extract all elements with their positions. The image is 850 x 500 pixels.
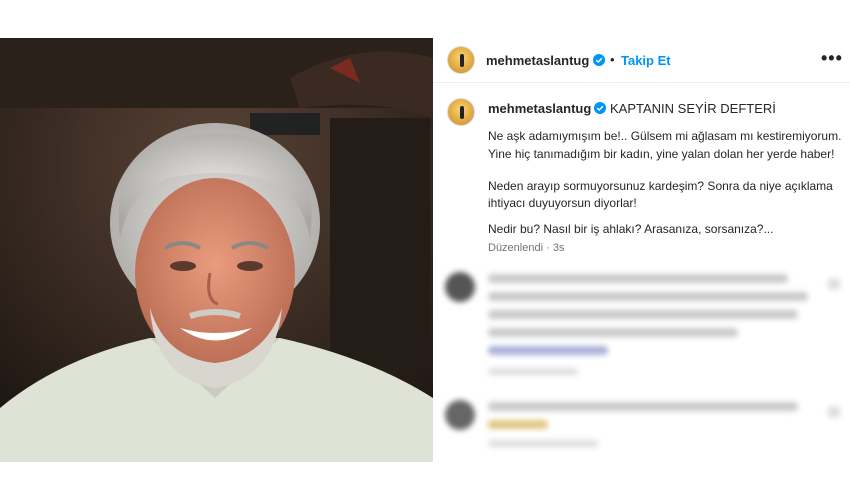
verified-badge-icon <box>593 54 605 66</box>
caption-line: Neden arayıp sormuyorsunuz kardeşim? Son… <box>488 179 833 193</box>
portrait-image <box>0 38 433 462</box>
comment-avatar <box>445 400 475 430</box>
comment-avatar <box>445 272 475 302</box>
profile-avatar[interactable] <box>447 46 475 74</box>
header-separator: • <box>610 52 615 67</box>
caption-line: ihtiyacı duyuyorsun diyorlar! <box>488 196 637 210</box>
blurred-comments <box>433 260 850 462</box>
comment-placeholder <box>488 440 598 447</box>
header-username[interactable]: mehmetaslantug <box>486 53 589 68</box>
post-side-panel: mehmetaslantug • Takip Et ••• mehmetasla… <box>433 38 850 462</box>
caption-username[interactable]: mehmetaslantug <box>488 101 591 116</box>
comment-placeholder <box>488 368 578 375</box>
comment-placeholder <box>488 328 738 337</box>
comment-placeholder <box>488 402 798 411</box>
comment-placeholder <box>488 346 608 355</box>
more-options-icon[interactable]: ••• <box>821 48 843 69</box>
comment-placeholder <box>488 292 808 301</box>
follow-button[interactable]: Takip Et <box>621 53 671 68</box>
caption-line: Nedir bu? Nasıl bir iş ahlakı? Arasanıza… <box>488 222 774 236</box>
caption-meta: Düzenlendi · 3s <box>488 242 565 254</box>
comment-placeholder <box>488 310 798 319</box>
verified-badge-icon <box>594 102 606 114</box>
caption-line: Yine hiç tanımadığım bir kadın, yine yal… <box>488 147 835 161</box>
comment-placeholder <box>488 420 548 429</box>
comment-placeholder <box>488 274 788 283</box>
post-photo[interactable] <box>0 38 433 462</box>
comment-placeholder <box>828 406 840 418</box>
post-header: mehmetaslantug • Takip Et ••• <box>433 38 850 83</box>
caption-title: KAPTANIN SEYİR DEFTERİ <box>610 101 776 116</box>
caption-line: Ne aşk adamıymışım be!.. Gülsem mi ağlas… <box>488 129 842 143</box>
comment-placeholder <box>828 278 840 290</box>
caption-avatar[interactable] <box>447 98 475 126</box>
